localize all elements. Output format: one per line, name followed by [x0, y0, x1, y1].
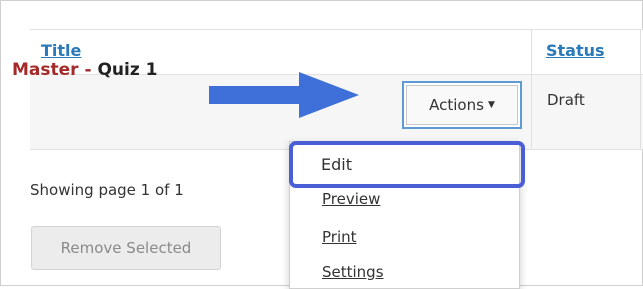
actions-button-inner: Actions ▼: [406, 85, 518, 125]
right-arrow-icon: [209, 72, 359, 118]
menu-item-edit[interactable]: Edit: [321, 155, 352, 174]
actions-button-label: Actions: [429, 96, 484, 114]
pagination-status: Showing page 1 of 1: [30, 181, 184, 199]
page-frame: Title Status Master - Quiz 1 Actions ▼ D…: [0, 0, 643, 289]
quiz-title[interactable]: Master - Quiz 1: [12, 60, 157, 80]
remove-selected-button[interactable]: Remove Selected: [31, 226, 221, 270]
caret-down-icon: ▼: [487, 100, 495, 110]
menu-item-preview[interactable]: Preview: [322, 190, 380, 208]
column-divider: [640, 30, 641, 149]
status-column-header[interactable]: Status: [546, 41, 605, 60]
menu-item-print[interactable]: Print: [322, 228, 357, 246]
menu-item-settings[interactable]: Settings: [322, 263, 384, 281]
column-divider: [531, 30, 532, 149]
actions-button[interactable]: Actions ▼: [402, 81, 522, 129]
title-column-header[interactable]: Title: [41, 41, 81, 60]
quiz-title-name: Quiz 1: [97, 60, 158, 80]
quiz-title-prefix: Master -: [12, 60, 92, 80]
status-cell: Draft: [547, 91, 585, 109]
